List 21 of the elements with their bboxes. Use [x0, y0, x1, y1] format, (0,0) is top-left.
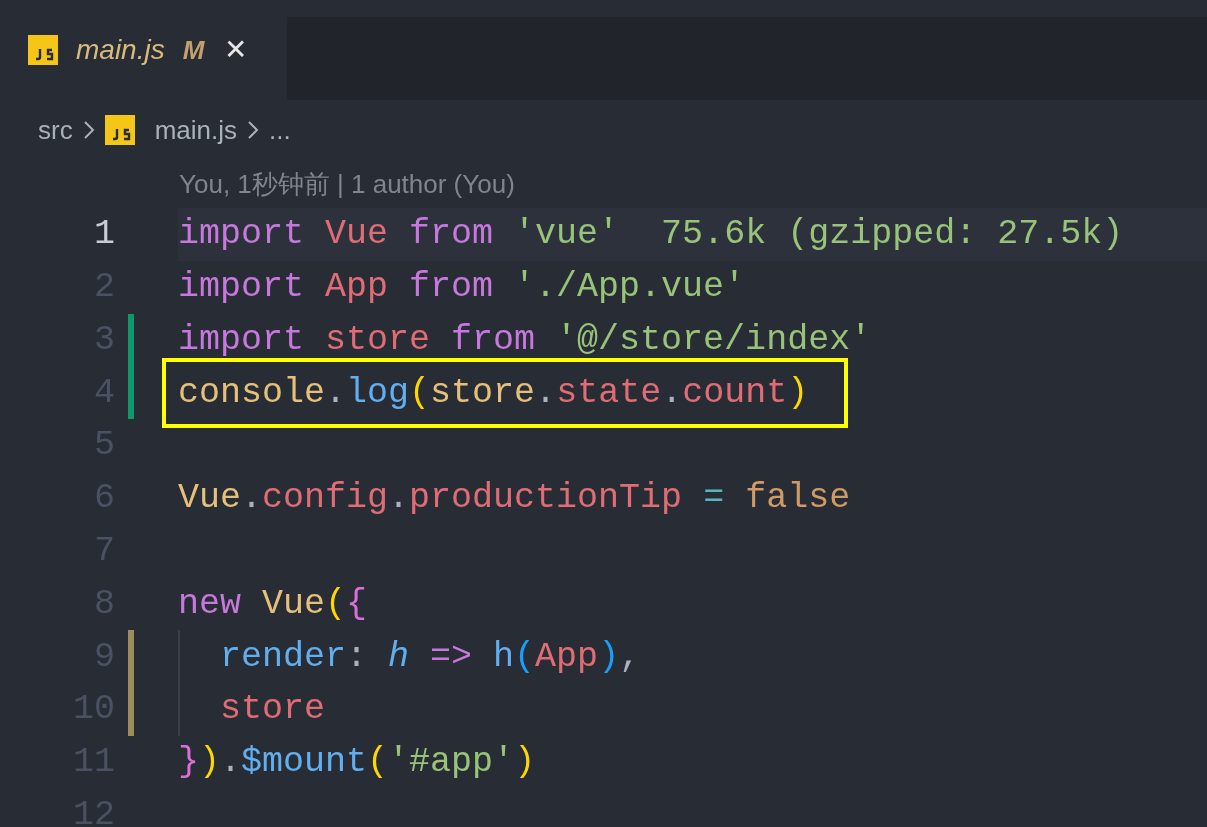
code-line: store: [220, 688, 326, 732]
code-line: Vue.config.productionTip = false: [178, 477, 851, 521]
breadcrumb-item[interactable]: src: [38, 110, 73, 150]
code-line: import store from '@/store/index': [178, 318, 872, 362]
tab-label: main.js: [76, 33, 165, 67]
code-line: render: h => h(App),: [220, 635, 641, 679]
line-number: 1: [93, 213, 115, 257]
breadcrumb-item[interactable]: ...: [269, 110, 291, 150]
chevron-right-icon: [247, 120, 260, 140]
breadcrumb-item[interactable]: main.js: [154, 110, 238, 150]
code-line: console.log(store.state.count): [178, 371, 809, 415]
code-line: new Vue({: [178, 582, 368, 626]
modified-indicator: M: [182, 33, 205, 67]
close-button[interactable]: ✕: [224, 29, 248, 71]
js-file-icon: [28, 35, 58, 65]
chevron-right-icon: [82, 120, 95, 140]
git-blame-annotation[interactable]: You, 1秒钟前 | 1 author (You): [179, 164, 515, 204]
code-line: import App from './App.vue': [178, 265, 746, 309]
code-line: import Vue from 'vue' 75.6k (gzipped: 27.5k): [178, 213, 1124, 257]
js-file-icon: [104, 115, 135, 145]
code-line: }).$mount('#app'): [178, 741, 536, 785]
